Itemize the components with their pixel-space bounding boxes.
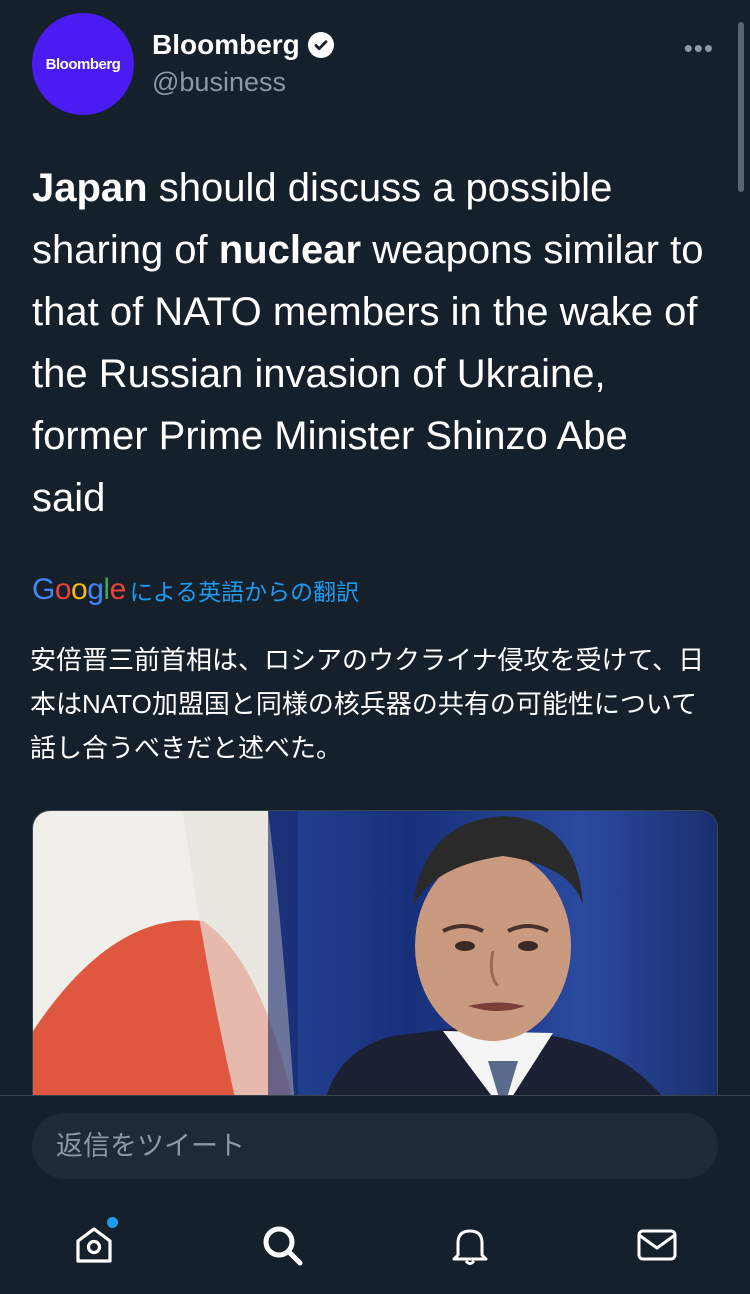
translated-text: 安倍晋三前首相は、ロシアのウクライナ侵攻を受けて、日本はNATO加盟国と同様の核…: [30, 645, 705, 763]
bottom-tab-bar: [0, 1195, 750, 1294]
tweet-text-bold-1: Japan: [32, 166, 148, 210]
tweet-text: Japan should discuss a possible sharing …: [32, 157, 712, 529]
mail-icon: [637, 1229, 677, 1261]
search-icon: [263, 1226, 303, 1266]
tweet-text-bold-2: nuclear: [218, 228, 362, 272]
author-name-row[interactable]: Bloomberg: [152, 29, 334, 61]
tab-notifications[interactable]: [440, 1215, 500, 1275]
photo-illustration: [33, 811, 717, 1109]
avatar[interactable]: Bloomberg: [32, 13, 134, 115]
avatar-logo-text: Bloomberg: [45, 55, 121, 73]
scrollbar[interactable]: [738, 22, 744, 192]
author-handle[interactable]: @business: [152, 67, 286, 98]
verified-badge-icon: [307, 32, 334, 58]
author-name[interactable]: Bloomberg: [152, 29, 300, 61]
reply-input[interactable]: [32, 1113, 718, 1179]
home-icon: [76, 1227, 112, 1263]
translation-label[interactable]: による英語からの翻訳: [130, 573, 359, 607]
translation-attribution[interactable]: Google による英語からの翻訳: [32, 573, 359, 607]
tweet-media-image[interactable]: [32, 810, 718, 1110]
tweet-header: Bloomberg Bloomberg @business •••: [32, 13, 722, 117]
tab-messages[interactable]: [627, 1215, 687, 1275]
bell-icon: [452, 1229, 488, 1265]
reply-composer: [0, 1095, 750, 1195]
more-options-icon[interactable]: •••: [684, 33, 714, 64]
home-notification-dot: [107, 1217, 118, 1228]
google-logo: Google: [32, 573, 126, 606]
tab-home[interactable]: [64, 1215, 124, 1275]
tab-search[interactable]: [252, 1215, 312, 1275]
